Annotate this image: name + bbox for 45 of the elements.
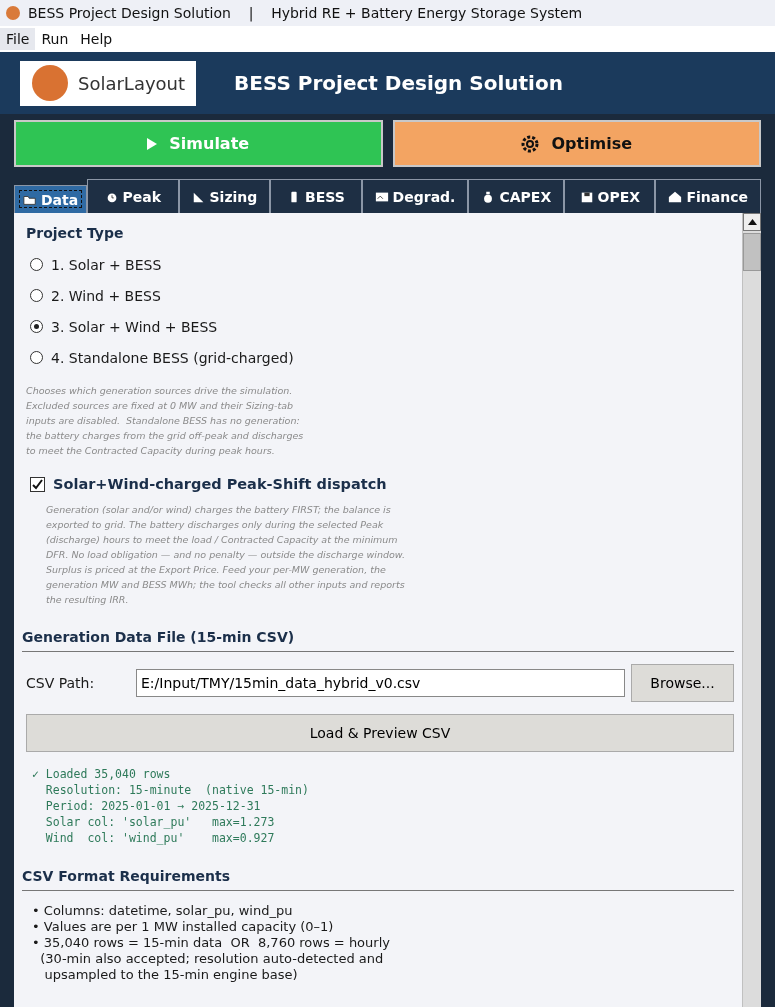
scroll-up-icon — [747, 219, 757, 225]
tab[interactable]: Peak — [87, 179, 179, 213]
requirement-item: • Values are per 1 MW installed capacity (0–1) — [32, 919, 335, 935]
checkbox-label: Solar+Wind-charged Peak-Shift dispatch — [53, 476, 387, 492]
scrollbar[interactable] — [742, 213, 761, 1007]
checkbox[interactable] — [30, 476, 45, 492]
load-log: ✓ Loaded 35,040 rows Resolution: 15-minute (native 15-min) Period: 2025-01-01 → 2025-12-31 Solar col: 'solar_pu' max=1.273 Wind col: 'wind_pu' max=0.927 — [32, 766, 310, 846]
radio-button[interactable] — [30, 320, 43, 333]
settings-icon — [521, 134, 540, 153]
tab[interactable]: Finance — [655, 179, 761, 213]
section-heading: Project Type — [26, 225, 125, 241]
radio-button[interactable] — [30, 351, 43, 364]
scrollbar-thumb[interactable] — [743, 233, 761, 271]
tab[interactable]: Data — [14, 185, 88, 213]
menu-item[interactable]: Help — [74, 28, 119, 50]
optimise-button[interactable]: Optimise — [392, 120, 761, 167]
play-icon — [147, 137, 158, 150]
tab-icon — [668, 189, 683, 204]
section-heading: Generation Data File (15-min CSV) — [22, 629, 296, 645]
tab[interactable]: CAPEX — [468, 179, 565, 213]
tab[interactable]: Sizing — [178, 179, 271, 213]
load-preview-button[interactable]: Load & Preview CSV — [26, 714, 734, 752]
csv-path-field[interactable]: E:/Input/TMY/15min_data_hybrid_v0.csv — [136, 669, 625, 697]
menu-item[interactable]: Run — [35, 28, 75, 50]
requirement-item: • 35,040 rows = 15-min data OR 8,760 rows = hourly (30-min also accepted; resolution auto-detected and upsampled to the 15-min engine base) — [32, 935, 391, 983]
help-text: Generation (solar and/or wind) charges the battery FIRST; the balance is exported to grid. The battery discharges only during the selected Peak (discharge) hours to meet the load / Contracted Capacity at the minimum DFR. No load obligation — and no penalty — outside the discharge window. Surplus is priced at the Export Price. Feed your per-MW generation, the generation MW and BESS MWh; the tool checks all other inputs and reports the resulting IRR. — [46, 503, 406, 607]
radio-label: 1. Solar + BESS — [51, 256, 162, 273]
tab[interactable]: OPEX — [564, 179, 656, 213]
radio-label: 2. Wind + BESS — [51, 287, 161, 304]
tab[interactable]: BESS — [270, 179, 362, 213]
radio-label: 3. Solar + Wind + BESS — [51, 318, 218, 335]
requirement-item: • Columns: datetime, solar_pu, wind_pu — [32, 903, 294, 919]
radio-label: 4. Standalone BESS (grid-charged) — [51, 349, 294, 366]
tab[interactable]: Degrad. — [361, 179, 469, 213]
section-heading: CSV Format Requirements — [22, 868, 231, 884]
app-icon — [6, 6, 20, 20]
field-label: CSV Path: — [26, 675, 96, 691]
app-title: BESS Project Design Solution — [234, 71, 563, 95]
radio-button[interactable] — [30, 258, 43, 271]
logo: SolarLayout — [20, 60, 196, 106]
radio-button[interactable] — [30, 289, 43, 302]
menu-item[interactable]: File — [0, 28, 36, 50]
help-text: Chooses which generation sources drive the simulation. Excluded sources are fixed at 0 MW and their Sizing-tab inputs are disabled. Standalone BESS has no generation: the battery charges from the grid off-peak and discharges to meet the Contracted Capacity during peak hours. — [26, 384, 305, 458]
browse-button[interactable]: Browse... — [631, 664, 734, 702]
window-title: BESS Project Design Solution | Hybrid RE + Battery Energy Storage System — [28, 5, 583, 21]
